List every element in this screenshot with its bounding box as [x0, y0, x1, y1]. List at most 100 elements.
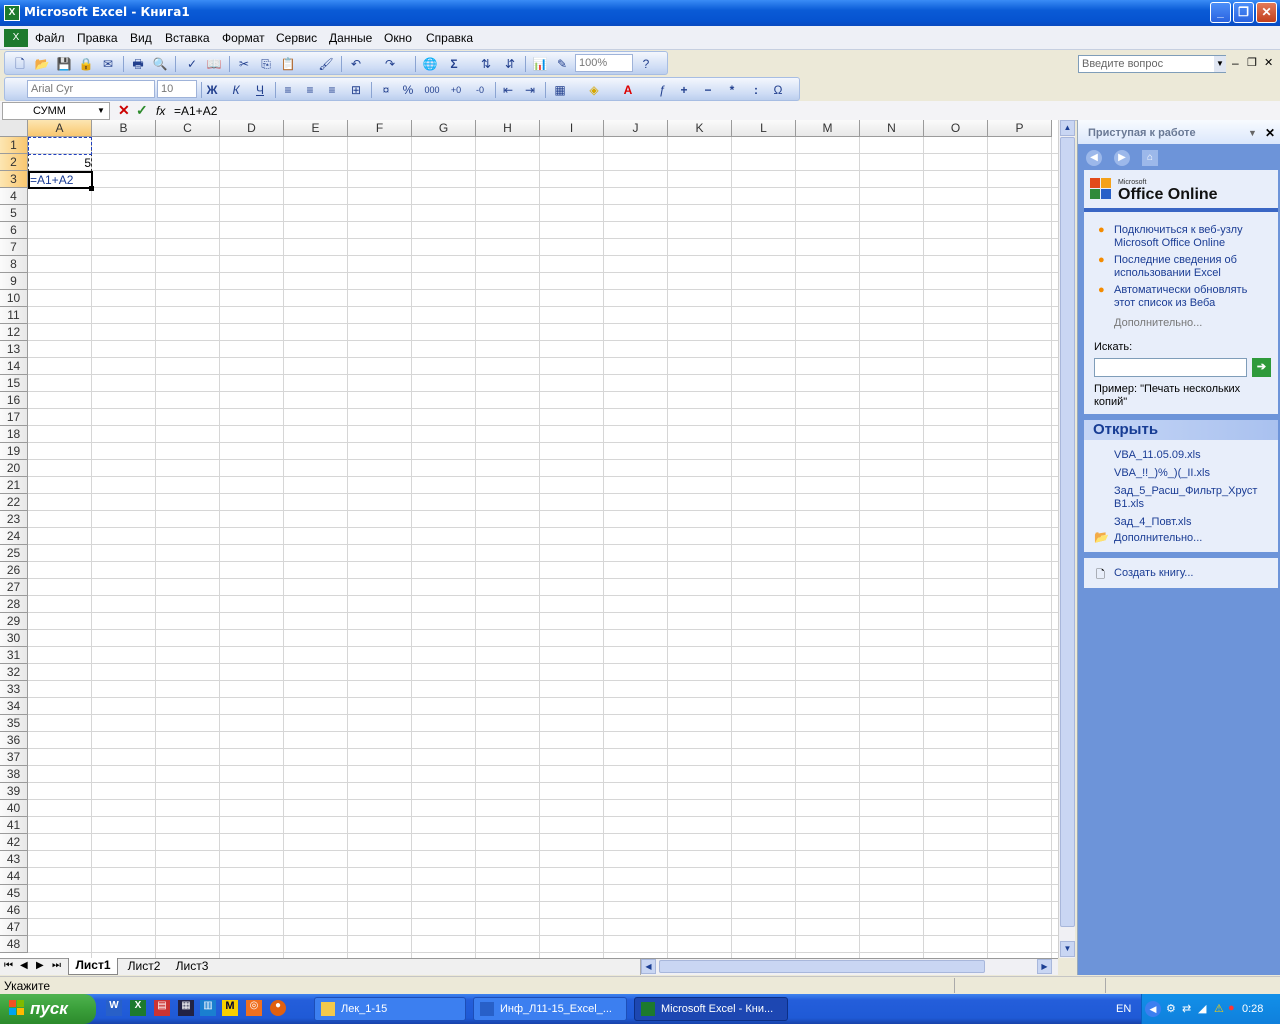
email-icon[interactable]: ✉ — [99, 55, 117, 73]
row-header-47[interactable]: 47 — [0, 919, 28, 936]
column-header-f[interactable]: F — [348, 120, 412, 137]
row-header-22[interactable]: 22 — [0, 494, 28, 511]
close-pane-icon[interactable]: ✕ — [1265, 126, 1275, 140]
app4-quicklaunch-icon[interactable]: M — [222, 1000, 238, 1016]
sync-icon[interactable]: ⇄ — [1182, 1002, 1191, 1015]
row-header-45[interactable]: 45 — [0, 885, 28, 902]
row-header-19[interactable]: 19 — [0, 443, 28, 460]
decrease-indent-icon[interactable]: ⇤ — [499, 81, 517, 99]
italic-button[interactable]: К — [227, 81, 245, 99]
multiply-symbol-icon[interactable]: * — [723, 81, 741, 99]
menu-view[interactable]: Вид — [130, 31, 152, 45]
row-header-41[interactable]: 41 — [0, 817, 28, 834]
row-header-24[interactable]: 24 — [0, 528, 28, 545]
excel-app-icon[interactable]: X — [4, 5, 20, 21]
increase-decimal-icon[interactable]: +0 — [447, 81, 465, 99]
row-header-15[interactable]: 15 — [0, 375, 28, 392]
row-header-10[interactable]: 10 — [0, 290, 28, 307]
row-header-44[interactable]: 44 — [0, 868, 28, 885]
sort-descending-icon[interactable]: ⇵ — [501, 55, 519, 73]
sheet-tab-2[interactable]: Лист2 — [122, 959, 166, 975]
row-header-23[interactable]: 23 — [0, 511, 28, 528]
minus-symbol-icon[interactable]: − — [699, 81, 717, 99]
formula-input[interactable]: =A1+A2 — [174, 104, 217, 118]
worksheet-grid[interactable]: ABCDEFGHIJKLMNOP 1 2 3 4 5 6 7 8 9 10 11 12 13 14 15 16… — [0, 120, 1058, 958]
row-header-2[interactable]: 2 — [0, 154, 28, 171]
row-header-11[interactable]: 11 — [0, 307, 28, 324]
warning-icon[interactable]: ⚠ — [1214, 1002, 1224, 1015]
column-header-l[interactable]: L — [732, 120, 796, 137]
copy-icon[interactable]: ⎘ — [257, 55, 275, 73]
column-header-a[interactable]: A — [28, 120, 92, 137]
font-color-icon[interactable]: A — [619, 81, 637, 99]
go-arrow-icon[interactable]: ➔ — [1252, 358, 1271, 377]
row-header-46[interactable]: 46 — [0, 902, 28, 919]
row-header-7[interactable]: 7 — [0, 239, 28, 256]
select-all-corner[interactable] — [0, 120, 28, 137]
column-header-k[interactable]: K — [668, 120, 732, 137]
fill-handle[interactable] — [89, 186, 94, 191]
scroll-down-icon[interactable]: ▼ — [1060, 941, 1075, 957]
app5-quicklaunch-icon[interactable]: ◎ — [246, 1000, 262, 1016]
increase-indent-icon[interactable]: ⇥ — [521, 81, 539, 99]
row-header-40[interactable]: 40 — [0, 800, 28, 817]
link-connect-online[interactable]: Подключиться к веб-узлу Microsoft Office… — [1114, 224, 1264, 250]
doc-minimize-button[interactable]: – — [1232, 56, 1239, 70]
row-header-9[interactable]: 9 — [0, 273, 28, 290]
help-icon[interactable]: ? — [637, 55, 655, 73]
row-header-13[interactable]: 13 — [0, 341, 28, 358]
row-header-28[interactable]: 28 — [0, 596, 28, 613]
help-question-input[interactable]: Введите вопрос — [1078, 55, 1226, 73]
recent-file-4[interactable]: Зад_4_Повт.xls — [1114, 516, 1191, 529]
column-header-b[interactable]: B — [92, 120, 156, 137]
row-header-26[interactable]: 26 — [0, 562, 28, 579]
sort-ascending-icon[interactable]: ⇅ — [477, 55, 495, 73]
research-icon[interactable]: 📖 — [205, 55, 223, 73]
menu-help[interactable]: Справка — [426, 31, 473, 45]
column-header-d[interactable]: D — [220, 120, 284, 137]
column-header-i[interactable]: I — [540, 120, 604, 137]
merge-center-icon[interactable]: ⊞ — [347, 81, 365, 99]
row-header-32[interactable]: 32 — [0, 664, 28, 681]
zoom-select[interactable]: 100% — [575, 54, 633, 72]
link-auto-update[interactable]: Автоматически обновлять этот список из В… — [1114, 284, 1264, 310]
row-header-5[interactable]: 5 — [0, 205, 28, 222]
volume-icon[interactable]: ◢ — [1198, 1002, 1206, 1015]
enter-icon[interactable]: ✓ — [136, 102, 148, 119]
horizontal-scrollbar[interactable]: ◀ ▶ — [640, 959, 1058, 975]
document-icon[interactable]: X — [4, 29, 28, 47]
scroll-right-icon[interactable]: ▶ — [1037, 959, 1052, 974]
currency-icon[interactable]: ¤ — [377, 81, 395, 99]
row-header-18[interactable]: 18 — [0, 426, 28, 443]
align-right-icon[interactable]: ≡ — [323, 81, 341, 99]
forward-icon[interactable]: ▶ — [1114, 150, 1130, 166]
menu-tools[interactable]: Сервис — [276, 31, 317, 45]
paste-icon[interactable]: 📋 — [279, 55, 297, 73]
decrease-decimal-icon[interactable]: -0 — [471, 81, 489, 99]
antivirus-icon[interactable]: ● — [1228, 1002, 1235, 1014]
new-icon[interactable]: 🗋 — [11, 55, 29, 73]
taskbar-button-word[interactable]: Инф_Л11-15_Excel_... — [473, 997, 627, 1021]
back-icon[interactable]: ◀ — [1086, 150, 1102, 166]
row-header-21[interactable]: 21 — [0, 477, 28, 494]
hscroll-thumb[interactable] — [659, 960, 985, 973]
chevron-down-icon[interactable]: ▼ — [1248, 128, 1257, 138]
format-painter-icon[interactable]: 🖌 — [317, 55, 335, 73]
row-header-31[interactable]: 31 — [0, 647, 28, 664]
row-header-3[interactable]: 3 — [0, 171, 28, 188]
redo-icon[interactable]: ↷ — [381, 55, 399, 73]
row-header-43[interactable]: 43 — [0, 851, 28, 868]
recent-file-2[interactable]: VBA_!!_)%_)(_II.xls — [1114, 467, 1210, 480]
align-left-icon[interactable]: ≡ — [279, 81, 297, 99]
minimize-button[interactable]: _ — [1210, 2, 1231, 23]
row-header-20[interactable]: 20 — [0, 460, 28, 477]
scroll-left-icon[interactable]: ◀ — [641, 959, 656, 974]
row-header-14[interactable]: 14 — [0, 358, 28, 375]
prev-sheet-icon[interactable]: ◀ — [20, 960, 28, 971]
language-indicator[interactable]: EN — [1116, 1003, 1131, 1015]
column-header-c[interactable]: C — [156, 120, 220, 137]
create-workbook-link[interactable]: Создать книгу... — [1114, 567, 1193, 580]
recent-file-3[interactable]: Зад_5_Расш_Фильтр_Хруст B1.xls — [1114, 485, 1264, 511]
first-sheet-icon[interactable]: ⏮ — [4, 960, 13, 971]
font-size-select[interactable]: 10 — [157, 80, 197, 98]
